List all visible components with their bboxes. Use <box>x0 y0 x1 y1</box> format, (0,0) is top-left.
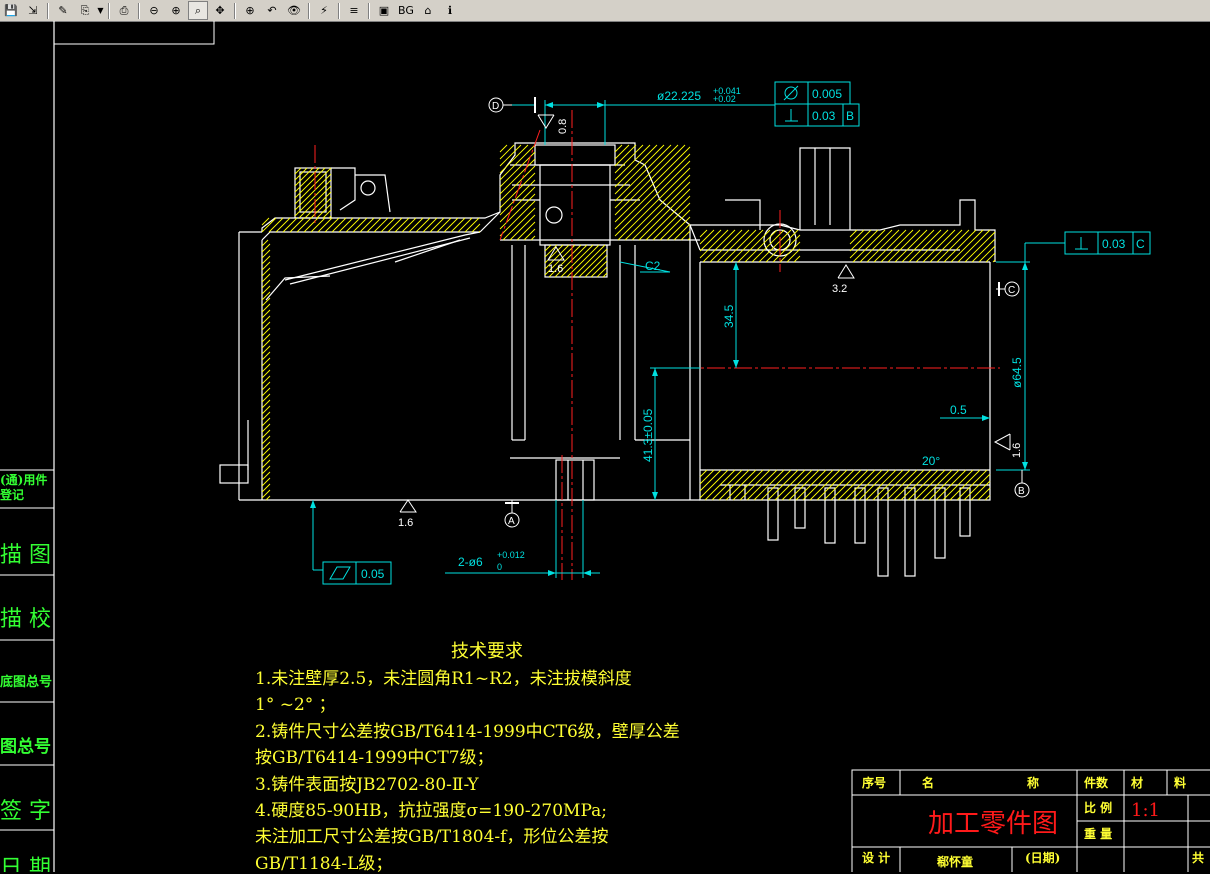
toolbar-separator <box>108 2 110 19</box>
dim-holes-lower: 0 <box>497 562 502 572</box>
side-cell-drawing-no: 图总号 <box>0 736 51 757</box>
tb-total-label: 共 <box>1192 850 1204 865</box>
export-icon[interactable]: ⇲ <box>23 1 43 20</box>
tb-seq-header: 序号 <box>862 775 886 790</box>
home-icon[interactable]: ⌂ <box>418 1 438 20</box>
tb-designer-name: 郗怀童 <box>936 854 973 869</box>
dim-holes-upper: +0.012 <box>497 550 525 560</box>
cross-hole <box>545 206 563 224</box>
tb-drawing-title: 加工零件图 <box>928 809 1058 839</box>
zoom-in-icon[interactable]: ⊕ <box>166 1 186 20</box>
roughness-16-right: 1.6 <box>1011 443 1023 458</box>
roughness-08: 0.8 <box>557 119 569 134</box>
tech-line-4: 按GB/T6414-1999中CT7级； <box>255 748 494 768</box>
gtol-round-value: 0.005 <box>812 87 842 101</box>
side-cell-registration: (通)用件 <box>0 472 47 487</box>
copy-icon[interactable]: ⎘ <box>75 1 95 20</box>
toolbar-separator <box>308 2 310 19</box>
zoom-window-icon[interactable]: ⌕ <box>188 1 208 20</box>
tech-line-2: 1° ~2° ； <box>255 695 336 715</box>
dim-34-5: 34.5 <box>722 304 736 328</box>
view-icon[interactable]: 👁 <box>284 1 304 20</box>
datum-a-label: A <box>508 516 515 527</box>
tech-line-3: 2.铸件尺寸公差按GB/T6414-1999中CT6级，壁厚公差 <box>255 722 680 742</box>
layers-icon[interactable]: ≡ <box>344 1 364 20</box>
gdt-glyphs <box>329 85 1088 580</box>
tech-line-7: 未注加工尺寸公差按GB/T1804-f，形位公差按 <box>255 827 609 847</box>
info-icon[interactable]: ℹ <box>440 1 460 20</box>
zoom-extents-icon[interactable]: ⊕ <box>240 1 260 20</box>
tb-qty-header: 件数 <box>1084 775 1109 790</box>
drawing-canvas[interactable]: (通)用件 登记 描 图 描 校 底图总号 图总号 签 字 日 期 D A C … <box>0 21 1210 872</box>
tb-material-header-2: 料 <box>1174 775 1186 790</box>
gtol-flat-value: 0.05 <box>361 567 385 581</box>
dim-phi64-5: ø64.5 <box>1010 357 1024 388</box>
copy-dropdown-icon[interactable]: ▼ <box>96 6 105 15</box>
arrowheads <box>310 102 1028 576</box>
tb-designer-label: 设 计 <box>862 850 890 865</box>
gtol-perp-c-ref: C <box>1136 237 1145 251</box>
toolbar-separator <box>234 2 236 19</box>
title-block-texts: 序号 名 称 件数 材 料 加工零件图 比 例 1:1 重 量 设 计 郗怀童 … <box>862 775 1204 869</box>
highlight-icon[interactable]: ✎ <box>53 1 73 20</box>
toolbar-separator <box>47 2 49 19</box>
toolbar: 💾 ⇲ ✎ ⎘ ▼ ⎙ ⊖ ⊕ ⌕ ✥ ⊕ ↶ 👁 ⚡ ≡ ▣ BG ⌂ ℹ <box>0 0 1210 22</box>
roughness-32: 3.2 <box>832 283 847 295</box>
tech-title: 技术要求 <box>451 641 523 662</box>
dim-phi22: ø22.225 <box>657 89 701 103</box>
toolbar-separator <box>338 2 340 19</box>
side-cell-check: 描 校 <box>0 607 51 632</box>
top-left-frame <box>53 21 215 45</box>
tb-scale-value: 1:1 <box>1131 800 1160 821</box>
print-icon[interactable]: ⎙ <box>114 1 134 20</box>
datum-d-label: D <box>492 101 499 112</box>
chamfer-c2: C2 <box>645 259 661 273</box>
tb-scale-label: 比 例 <box>1084 800 1112 815</box>
tb-date-label: (日期) <box>1025 850 1060 865</box>
dim-20-deg: 20° <box>922 454 940 468</box>
tech-line-1: 1.未注壁厚2.5，未注圆角R1~R2，未注拔模斜度 <box>255 669 632 689</box>
background-toggle-button[interactable]: BG <box>396 1 416 20</box>
dim-holes: 2-ø6 <box>458 555 483 569</box>
side-cell-sign: 签 字 <box>0 799 51 824</box>
datum-c-label: C <box>1008 285 1015 296</box>
toolbar-separator <box>138 2 140 19</box>
section-hatch <box>261 144 996 501</box>
dimension-texts: ø22.225 +0.041 +0.02 0.005 0.03 B 0.03 C… <box>361 86 1145 581</box>
gtol-perp-b-value: 0.03 <box>812 109 836 123</box>
datum-b-label: B <box>1018 486 1025 497</box>
side-panel: (通)用件 登记 描 图 描 校 底图总号 图总号 签 字 日 期 <box>0 469 54 872</box>
roughness-16-top: 1.6 <box>548 263 563 275</box>
dim-41-3: 41.3±0.05 <box>641 408 655 462</box>
zoom-previous-icon[interactable]: ↶ <box>262 1 282 20</box>
side-cell-base-no: 底图总号 <box>0 674 52 690</box>
tb-material-header: 材 <box>1130 775 1143 790</box>
tb-name-header-2: 称 <box>1027 775 1039 790</box>
dimensions <box>312 81 1151 585</box>
center-lines <box>314 110 1000 580</box>
dim-0-5: 0.5 <box>950 403 967 417</box>
side-cell-registration-2: 登记 <box>0 487 24 502</box>
dim-phi22-lower: +0.02 <box>713 94 736 104</box>
zoom-out-icon[interactable]: ⊖ <box>144 1 164 20</box>
measure-icon[interactable]: ⚡ <box>314 1 334 20</box>
gtol-perp-b-ref: B <box>846 109 854 123</box>
part-outline <box>219 142 996 577</box>
frame-icon[interactable]: ▣ <box>374 1 394 20</box>
gtol-perp-c-value: 0.03 <box>1102 237 1126 251</box>
pan-icon[interactable]: ✥ <box>210 1 230 20</box>
roughness-symbols <box>399 114 1011 513</box>
tech-line-5: 3.铸件表面按JB2702-80-Ⅱ-Y <box>255 775 479 795</box>
toolbar-separator <box>368 2 370 19</box>
tech-line-8: GB/T1184-L级； <box>255 854 393 874</box>
side-cell-date: 日 期 <box>0 856 51 872</box>
tech-line-6: 4.硬度85-90HB，抗拉强度σ=190-270MPa; <box>255 801 607 821</box>
tb-weight-label: 重 量 <box>1084 826 1112 841</box>
save-icon[interactable]: 💾 <box>1 1 21 20</box>
tb-name-header: 名 <box>922 775 934 790</box>
datum-symbols <box>488 97 1030 528</box>
roughness-16-bottom: 1.6 <box>398 517 413 529</box>
side-cell-drawing: 描 图 <box>0 543 51 568</box>
